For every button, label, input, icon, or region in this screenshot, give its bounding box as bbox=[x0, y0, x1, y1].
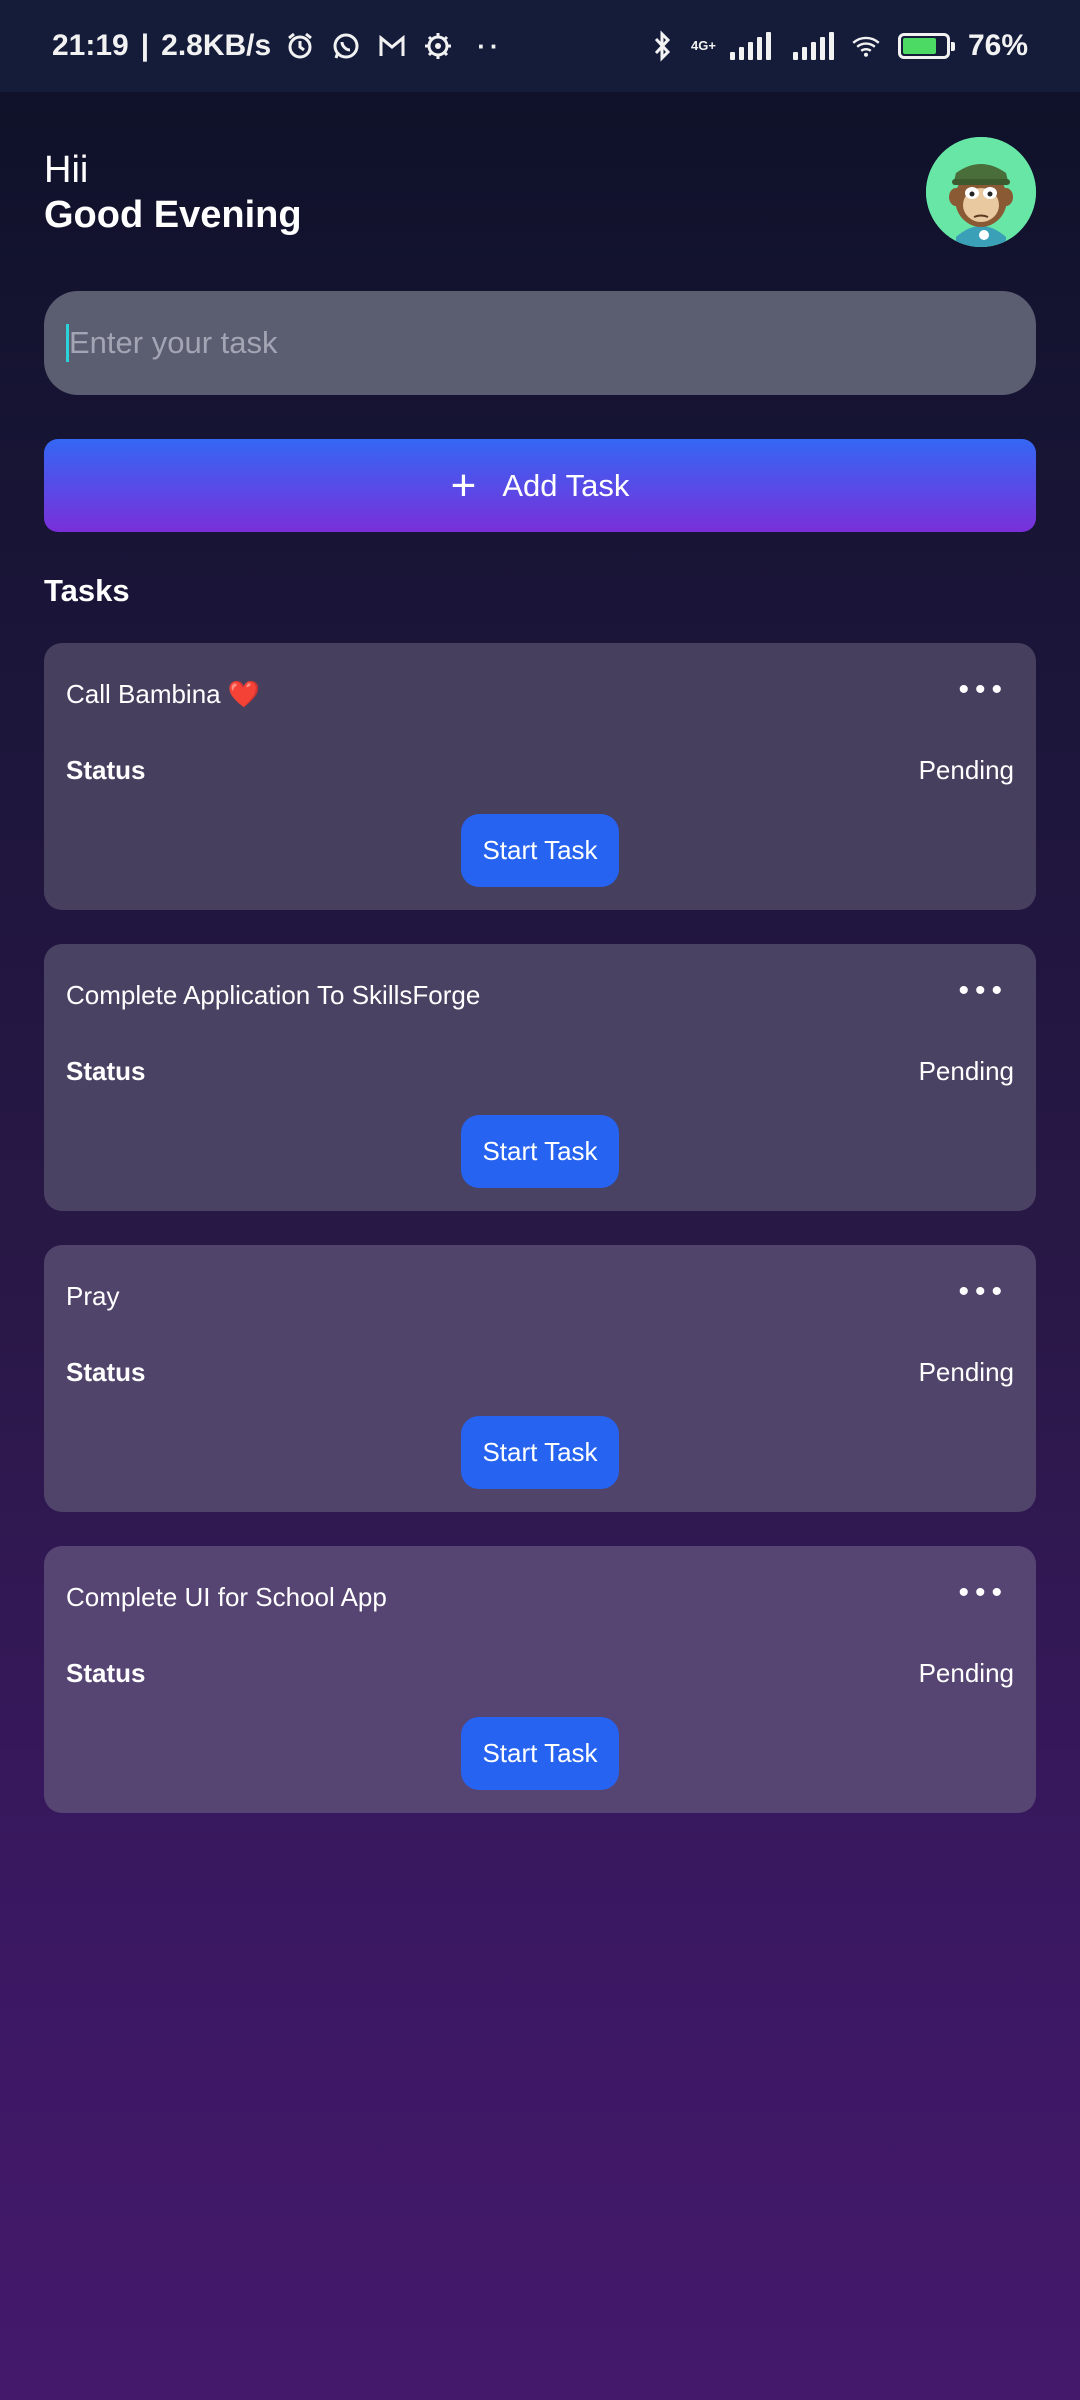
status-value: Pending bbox=[918, 755, 1014, 785]
start-task-button[interactable]: Start Task bbox=[461, 814, 619, 887]
task-title: Complete Application To SkillsForge bbox=[66, 980, 481, 1010]
status-bar: 21:19 | 2.8KB/s ·· 4G+ 76% bbox=[0, 0, 1080, 92]
wifi-icon bbox=[846, 29, 886, 63]
status-time: 21:19 bbox=[52, 29, 129, 62]
task-input-placeholder: Enter your task bbox=[69, 325, 278, 360]
task-title: Complete UI for School App bbox=[66, 1582, 387, 1612]
task-title: Pray bbox=[66, 1281, 120, 1311]
status-separator: | bbox=[140, 29, 150, 62]
more-options-icon[interactable]: ••• bbox=[958, 673, 1008, 707]
status-speed: 2.8KB/s bbox=[161, 29, 272, 62]
more-options-icon[interactable]: ••• bbox=[958, 1275, 1008, 1309]
task-input[interactable]: Enter your task bbox=[44, 291, 1036, 395]
status-value: Pending bbox=[918, 1056, 1014, 1086]
task-card[interactable]: Call Bambina ❤️ ••• Status Pending Start… bbox=[44, 643, 1036, 910]
network-type: 4G+ bbox=[691, 38, 716, 53]
task-card[interactable]: Complete UI for School App ••• Status Pe… bbox=[44, 1546, 1036, 1813]
task-card[interactable]: Pray ••• Status Pending Start Task bbox=[44, 1245, 1036, 1512]
alarm-icon bbox=[283, 29, 317, 63]
more-options-icon[interactable]: ••• bbox=[958, 1576, 1008, 1610]
gmail-icon bbox=[375, 29, 409, 63]
network-label: 4G+ bbox=[691, 38, 716, 53]
task-card[interactable]: Complete Application To SkillsForge ••• … bbox=[44, 944, 1036, 1211]
status-bar-right: 4G+ 76% bbox=[645, 29, 1028, 63]
signal-icon bbox=[729, 32, 771, 60]
status-label: Status bbox=[66, 1658, 146, 1688]
more-options-icon[interactable]: ••• bbox=[958, 974, 1008, 1008]
add-task-button[interactable]: + Add Task bbox=[44, 439, 1036, 532]
more-notifications-icon: ·· bbox=[477, 30, 503, 61]
status-label: Status bbox=[66, 1357, 146, 1387]
plus-icon: + bbox=[450, 460, 477, 510]
greeting-hello: Hii bbox=[44, 149, 89, 191]
monkey-avatar-icon bbox=[926, 137, 1036, 247]
battery-level: 76% bbox=[967, 29, 1028, 62]
task-title-text: Call Bambina bbox=[66, 679, 221, 709]
add-task-label: Add Task bbox=[502, 467, 630, 503]
heart-emoji: ❤️ bbox=[227, 679, 261, 709]
task-title: Call Bambina ❤️ bbox=[66, 679, 260, 710]
start-task-button[interactable]: Start Task bbox=[461, 1416, 619, 1489]
greeting: Hii Good Evening bbox=[44, 148, 302, 238]
status-label: Status bbox=[66, 1056, 146, 1086]
tasks-heading: Tasks bbox=[44, 573, 130, 608]
greeting-time-of-day: Good Evening bbox=[44, 194, 302, 236]
whatsapp-icon bbox=[329, 29, 363, 63]
start-task-button[interactable]: Start Task bbox=[461, 1115, 619, 1188]
status-bar-left: 21:19 | 2.8KB/s ·· bbox=[52, 29, 503, 63]
battery-icon bbox=[897, 33, 955, 59]
start-task-button[interactable]: Start Task bbox=[461, 1717, 619, 1790]
bluetooth-icon bbox=[645, 29, 679, 63]
status-value: Pending bbox=[918, 1658, 1014, 1688]
signal-2-icon bbox=[792, 32, 834, 60]
avatar[interactable] bbox=[926, 137, 1036, 247]
settings-icon bbox=[421, 29, 455, 63]
status-value: Pending bbox=[918, 1357, 1014, 1387]
status-label: Status bbox=[66, 755, 146, 785]
